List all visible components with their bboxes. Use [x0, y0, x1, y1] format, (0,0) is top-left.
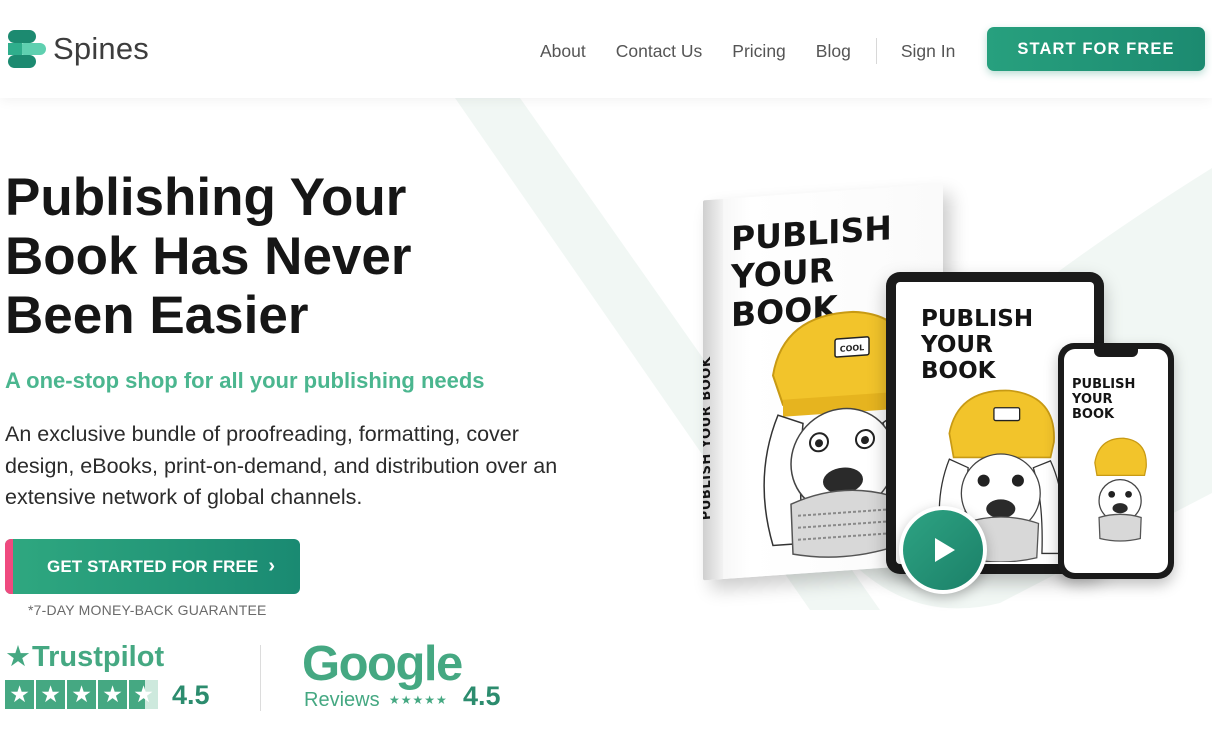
- nav-about[interactable]: About: [540, 41, 586, 62]
- cta-accent-bar: [5, 539, 13, 594]
- site-header: Spines About Contact Us Pricing Blog Sig…: [0, 0, 1212, 98]
- dog-illustration: [1094, 437, 1147, 542]
- nav-pricing[interactable]: Pricing: [732, 41, 786, 62]
- star-icon: ★: [98, 680, 127, 709]
- cta-label: GET STARTED FOR FREE: [47, 556, 259, 576]
- play-video-button[interactable]: [899, 506, 987, 594]
- phone-notch: [1094, 349, 1138, 357]
- play-icon: [935, 538, 955, 562]
- google-reviews-label: Reviews: [304, 689, 380, 711]
- phone-cover-title: PUBLISH YOUR BOOK: [1072, 377, 1136, 422]
- play-button-circle: [903, 510, 983, 590]
- star-icon: ★: [36, 680, 65, 709]
- main-nav: About Contact Us Pricing Blog Sign In: [540, 38, 955, 64]
- nav-contact-us[interactable]: Contact Us: [616, 41, 703, 62]
- hero-subtitle: A one-stop shop for all your publishing …: [5, 368, 485, 393]
- google-logo[interactable]: Google: [302, 636, 463, 692]
- nav-divider: [875, 38, 877, 64]
- hero-description: An exclusive bundle of proofreading, for…: [5, 422, 558, 509]
- trustpilot-name: Trustpilot: [32, 641, 165, 673]
- trustpilot-score: 4.5: [172, 680, 210, 710]
- money-back-guarantee: *7-DAY MONEY-BACK GUARANTEE: [28, 602, 267, 618]
- spines-logo[interactable]: Spines: [6, 28, 149, 70]
- trustpilot-stars: ★ ★ ★ ★ ★: [5, 680, 160, 709]
- phone-device: PUBLISH YOUR BOOK: [1058, 343, 1174, 579]
- tablet-cover-title: PUBLISH YOUR BOOK: [921, 306, 1034, 384]
- book-spine-title: PUBLISH YOUR BOOK: [703, 356, 714, 521]
- star-icon: ★: [67, 680, 96, 709]
- book-mockup-illustration: PUBLISH YOUR BOOK PUBLISH YOUR BOOK COOL…: [680, 180, 1200, 620]
- chevron-right-icon: ›: [268, 555, 276, 577]
- ratings-divider: [260, 645, 261, 711]
- spines-logo-icon: [8, 30, 46, 68]
- start-for-free-button[interactable]: START FOR FREE: [987, 27, 1205, 71]
- trustpilot-logo[interactable]: ★ Trustpilot: [5, 641, 164, 674]
- google-score: 4.5: [463, 681, 501, 711]
- half-star-icon: ★: [129, 680, 158, 709]
- sign-in-link[interactable]: Sign In: [901, 41, 955, 62]
- get-started-button[interactable]: GET STARTED FOR FREE ›: [5, 539, 300, 594]
- phone-screen: PUBLISH YOUR BOOK: [1064, 349, 1168, 573]
- nav-blog[interactable]: Blog: [816, 41, 851, 62]
- google-stars-icon: ★★★★★: [389, 693, 448, 707]
- star-icon: ★: [5, 680, 34, 709]
- brand-name: Spines: [53, 31, 149, 66]
- hero-title: Publishing Your Book Has Never Been Easi…: [5, 168, 412, 345]
- trustpilot-star-icon: ★: [5, 641, 31, 673]
- hat-label-text: COOL: [840, 343, 865, 354]
